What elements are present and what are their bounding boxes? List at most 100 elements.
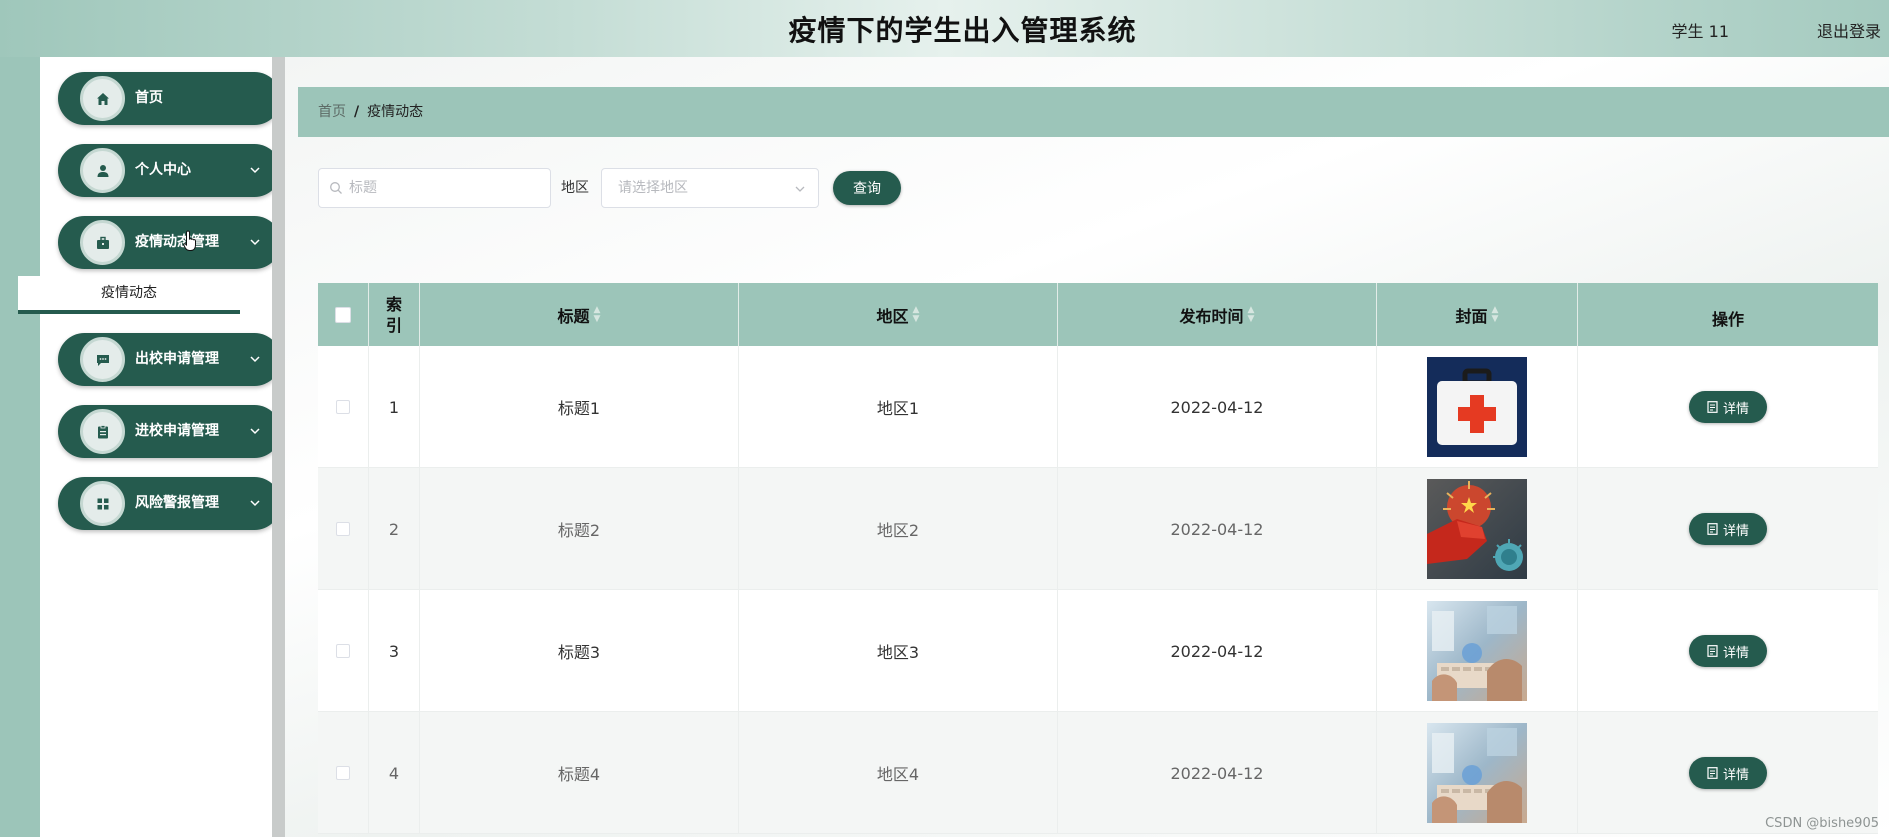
row-title: 标题3 (420, 590, 739, 712)
region-label: 地区 (561, 180, 589, 196)
detail-button[interactable]: 详情 (1689, 635, 1767, 667)
sidebar-item-label: 个人中心 (135, 162, 191, 178)
region-select[interactable]: 请选择地区 (601, 168, 819, 208)
row-time: 2022-04-12 (1058, 712, 1377, 834)
row-index: 2 (369, 468, 420, 590)
header-region-label: 地区 (876, 306, 909, 326)
header-title-label: 标题 (557, 306, 590, 326)
query-button[interactable]: 查询 (833, 171, 901, 205)
chevron-down-icon (795, 186, 805, 192)
row-region: 地区4 (739, 712, 1058, 834)
watermark: CSDN @bishe905 (1765, 816, 1879, 831)
app-title: 疫情下的学生出入管理系统 (788, 14, 1137, 47)
sort-icon[interactable]: ▲ ▼ (1248, 305, 1255, 324)
row-index: 1 (369, 346, 420, 468)
row-region: 地区1 (739, 346, 1058, 468)
header-region[interactable]: 地区 ▲ ▼ (739, 283, 1058, 346)
row-region: 地区3 (739, 590, 1058, 712)
header-index-label: 索引 (385, 294, 402, 335)
row-checkbox[interactable] (336, 522, 350, 536)
table-row: 1 标题1 地区1 2022-04-12 详情 (318, 346, 1878, 468)
sort-icon[interactable]: ▲ ▼ (1492, 305, 1499, 324)
cover-image-data-lab[interactable] (1427, 723, 1527, 823)
row-title: 标题1 (420, 346, 739, 468)
row-title: 标题2 (420, 468, 739, 590)
logout-link[interactable]: 退出登录 (1817, 18, 1881, 42)
header-time[interactable]: 发布时间 ▲ ▼ (1058, 283, 1377, 346)
sidebar-item-label: 进校申请管理 (135, 423, 219, 439)
row-index: 3 (369, 590, 420, 712)
row-checkbox[interactable] (336, 400, 350, 414)
detail-button[interactable]: 详情 (1689, 513, 1767, 545)
table-row: 2 标题2 地区2 2022-04-12 详情 (318, 468, 1878, 590)
header-time-label: 发布时间 (1179, 306, 1244, 326)
cover-image-data-lab[interactable] (1427, 601, 1527, 701)
breadcrumb-home[interactable]: 首页 (318, 104, 346, 120)
left-decor-strip (0, 57, 40, 837)
cover-image-first-aid-kit[interactable] (1427, 357, 1527, 457)
row-time: 2022-04-12 (1058, 468, 1377, 590)
breadcrumb: 首页 / 疫情动态 (298, 87, 1889, 137)
app-header: 疫情下的学生出入管理系统 学生 11 退出登录 (0, 0, 1889, 57)
sidebar-item-home[interactable]: 首页 (58, 72, 281, 125)
table-header: 索引 标题 ▲ ▼ 地区 ▲ ▼ 发布时间 ▲ ▼ 封面 ▲ ▼ 操作 (318, 283, 1878, 346)
search-icon (330, 182, 342, 194)
sidebar-item-epidemic-management[interactable]: 疫情动态管理 (58, 216, 281, 269)
cover-image-fist-vs-virus[interactable] (1427, 479, 1527, 579)
sidebar-item-label: 首页 (135, 90, 163, 106)
current-user[interactable]: 学生 11 (1672, 18, 1729, 42)
clipboard-icon (80, 409, 125, 454)
breadcrumb-separator: / (354, 104, 360, 120)
row-time: 2022-04-12 (1058, 590, 1377, 712)
title-search-input[interactable] (349, 169, 544, 207)
detail-button-label: 详情 (1722, 645, 1749, 661)
header-action: 操作 (1578, 283, 1878, 346)
header-title[interactable]: 标题 ▲ ▼ (420, 283, 739, 346)
row-title: 标题4 (420, 712, 739, 834)
sidebar-item-personal-center[interactable]: 个人中心 (58, 144, 281, 197)
grid-icon (80, 481, 125, 526)
sidebar-item-risk-alert[interactable]: 风险警报管理 (58, 477, 281, 530)
home-icon (80, 76, 125, 121)
sidebar-item-enter-school[interactable]: 进校申请管理 (58, 405, 281, 458)
title-search-box[interactable] (318, 168, 551, 208)
document-icon (1707, 401, 1718, 413)
document-icon (1707, 767, 1718, 779)
sidebar-item-leave-school[interactable]: 出校申请管理 (58, 333, 281, 386)
header-cover[interactable]: 封面 ▲ ▼ (1377, 283, 1578, 346)
document-icon (1707, 645, 1718, 657)
row-index: 4 (369, 712, 420, 834)
hand-cursor-icon (183, 230, 196, 251)
sidebar-item-label: 风险警报管理 (135, 495, 219, 511)
header-index: 索引 (369, 283, 420, 346)
row-time: 2022-04-12 (1058, 346, 1377, 468)
header-cover-label: 封面 (1455, 306, 1488, 326)
detail-button[interactable]: 详情 (1689, 757, 1767, 789)
breadcrumb-current: 疫情动态 (367, 104, 424, 120)
chevron-down-icon (250, 239, 260, 246)
submenu-item-epidemic-news[interactable]: 疫情动态 (18, 276, 240, 314)
detail-button-label: 详情 (1722, 523, 1749, 539)
detail-button-label: 详情 (1722, 401, 1749, 417)
document-icon (1707, 523, 1718, 535)
region-select-placeholder: 请选择地区 (618, 180, 688, 196)
sort-icon[interactable]: ▲ ▼ (594, 305, 601, 324)
sidebar-item-label: 出校申请管理 (135, 351, 219, 367)
select-all-checkbox[interactable] (335, 306, 351, 323)
row-checkbox[interactable] (336, 644, 350, 658)
briefcase-icon (80, 220, 125, 265)
chevron-down-icon (250, 167, 260, 174)
user-icon (80, 148, 125, 193)
sort-icon[interactable]: ▲ ▼ (913, 305, 920, 324)
row-checkbox[interactable] (336, 766, 350, 780)
sidebar-divider (272, 57, 285, 837)
detail-button[interactable]: 详情 (1689, 391, 1767, 423)
chevron-down-icon (250, 428, 260, 435)
header-action-label: 操作 (1711, 309, 1744, 329)
table-row: 3 标题3 地区3 2022-04-12 详情 (318, 590, 1878, 712)
detail-button-label: 详情 (1722, 767, 1749, 783)
header-select-all (318, 283, 369, 346)
row-region: 地区2 (739, 468, 1058, 590)
sidebar: 首页 个人中心 疫情动态管理 出校申请管理 进校申请管理 风险警报管理 (40, 57, 281, 837)
chevron-down-icon (250, 356, 260, 363)
